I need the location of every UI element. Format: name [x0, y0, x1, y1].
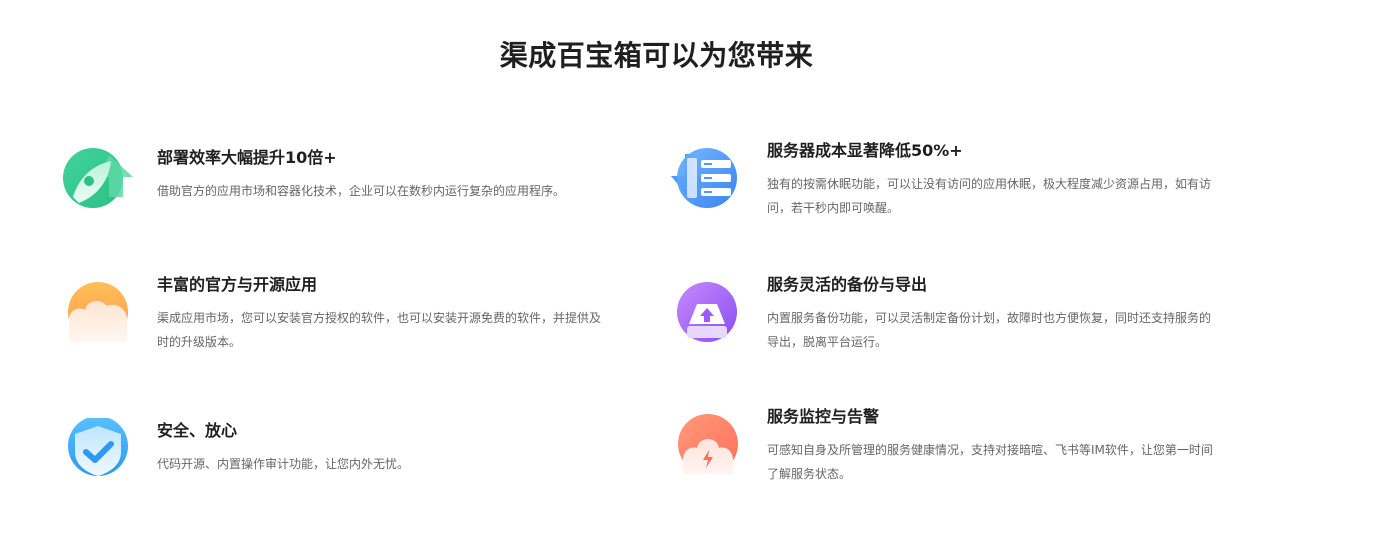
- feature-text: 服务灵活的备份与导出 内置服务备份功能，可以灵活制定备份计划，故障时也方便恢复，…: [767, 274, 1227, 354]
- feature-description: 渠成应用市场，您可以安装官方授权的软件，也可以安装开源免费的软件，并提供及时的升…: [157, 311, 602, 349]
- feature-text: 服务器成本显著降低50%+ 独有的按需休眠功能，可以让没有访问的应用休眠，极大程…: [767, 140, 1227, 220]
- feature-text: 丰富的官方与开源应用 渠成应用市场，您可以安装官方授权的软件，也可以安装开源免费…: [157, 274, 617, 354]
- page: 渠成百宝箱可以为您带来 部署效率大幅提升10倍+ 借助官方的应用市场和容器化技术…: [0, 0, 1373, 545]
- feature-description: 独有的按需休眠功能，可以让没有访问的应用休眠，极大程度减少资源占用，如有访问，若…: [767, 177, 1212, 215]
- rocket-icon: [63, 147, 133, 217]
- server-icon: [667, 146, 737, 216]
- feature-description: 代码开源、内置操作审计功能，让您内外无忧。: [157, 457, 410, 471]
- alert-bell-icon: [677, 414, 747, 484]
- cloud-icon: [67, 274, 137, 344]
- feature-heading: 服务灵活的备份与导出: [767, 275, 928, 294]
- feature-heading: 部署效率大幅提升10倍+: [157, 148, 337, 167]
- feature-text: 服务监控与告警 可感知自身及所管理的服务健康情况，支持对接暗喧、飞书等IM软件，…: [767, 406, 1227, 486]
- feature-heading: 安全、放心: [157, 421, 238, 440]
- feature-description: 可感知自身及所管理的服务健康情况，支持对接暗喧、飞书等IM软件，让您第一时间了解…: [767, 443, 1213, 481]
- backup-upload-icon: [675, 274, 745, 344]
- feature-text: 部署效率大幅提升10倍+ 借助官方的应用市场和容器化技术，企业可以在数秒内运行复…: [157, 147, 617, 203]
- feature-description: 借助官方的应用市场和容器化技术，企业可以在数秒内运行复杂的应用程序。: [157, 184, 566, 198]
- feature-heading: 服务监控与告警: [767, 407, 880, 426]
- section-title: 渠成百宝箱可以为您带来: [499, 39, 814, 72]
- feature-text: 安全、放心 代码开源、内置操作审计功能，让您内外无忧。: [157, 420, 617, 476]
- feature-description: 内置服务备份功能，可以灵活制定备份计划，故障时也方便恢复，同时还支持服务的导出，…: [767, 311, 1212, 349]
- feature-heading: 服务器成本显著降低50%+: [767, 141, 963, 160]
- shield-check-icon: [67, 416, 137, 488]
- feature-heading: 丰富的官方与开源应用: [157, 275, 318, 294]
